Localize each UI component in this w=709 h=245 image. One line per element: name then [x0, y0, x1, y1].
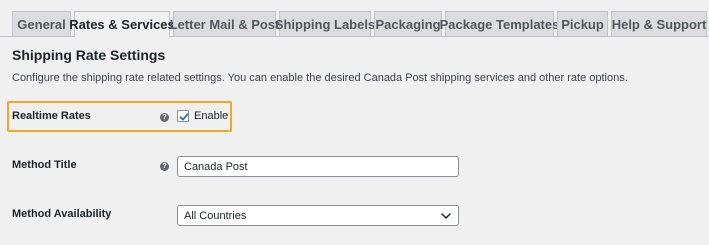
question-circle-icon[interactable]: ? — [160, 113, 169, 122]
tab-package-templates[interactable]: Package Templates — [440, 11, 559, 37]
realtime-rates-enable-label[interactable]: Enable — [194, 110, 228, 122]
section-description: Configure the shipping rate related sett… — [12, 72, 628, 84]
tab-rates-services[interactable]: Rates & Services — [69, 11, 175, 38]
question-circle-icon[interactable]: ? — [160, 162, 169, 171]
tab-label: Letter Mail & Post — [169, 16, 280, 32]
tab-shipping-labels[interactable]: Shipping Labels — [275, 11, 375, 37]
tab-label: Pickup — [561, 16, 604, 32]
method-availability-selected: All Countries — [184, 209, 247, 222]
tab-label: Shipping Labels — [274, 16, 376, 32]
tab-label: Help & Support — [611, 16, 707, 32]
method-title-label: Method Title — [12, 159, 77, 171]
settings-tabs: General Rates & Services Letter Mail & P… — [0, 0, 709, 38]
tab-label: Package Templates — [439, 16, 560, 32]
tab-letter-mail-post[interactable]: Letter Mail & Post — [170, 11, 279, 37]
chevron-down-icon — [441, 213, 451, 219]
realtime-rates-checkbox[interactable] — [177, 110, 189, 122]
method-title-input[interactable] — [177, 156, 459, 177]
method-availability-label: Method Availability — [12, 208, 112, 220]
realtime-rates-label: Realtime Rates — [12, 110, 91, 122]
tab-packaging[interactable]: Packaging — [374, 11, 442, 37]
checkmark-icon — [179, 113, 189, 121]
section-title: Shipping Rate Settings — [12, 47, 166, 63]
tab-help-support[interactable]: Help & Support — [611, 11, 707, 37]
tab-label: Rates & Services — [69, 17, 175, 32]
tab-label: Packaging — [375, 16, 441, 32]
tab-general[interactable]: General — [12, 11, 71, 37]
method-availability-select[interactable]: All Countries — [177, 205, 459, 226]
tab-pickup[interactable]: Pickup — [557, 11, 608, 37]
tab-label: General — [17, 16, 66, 32]
